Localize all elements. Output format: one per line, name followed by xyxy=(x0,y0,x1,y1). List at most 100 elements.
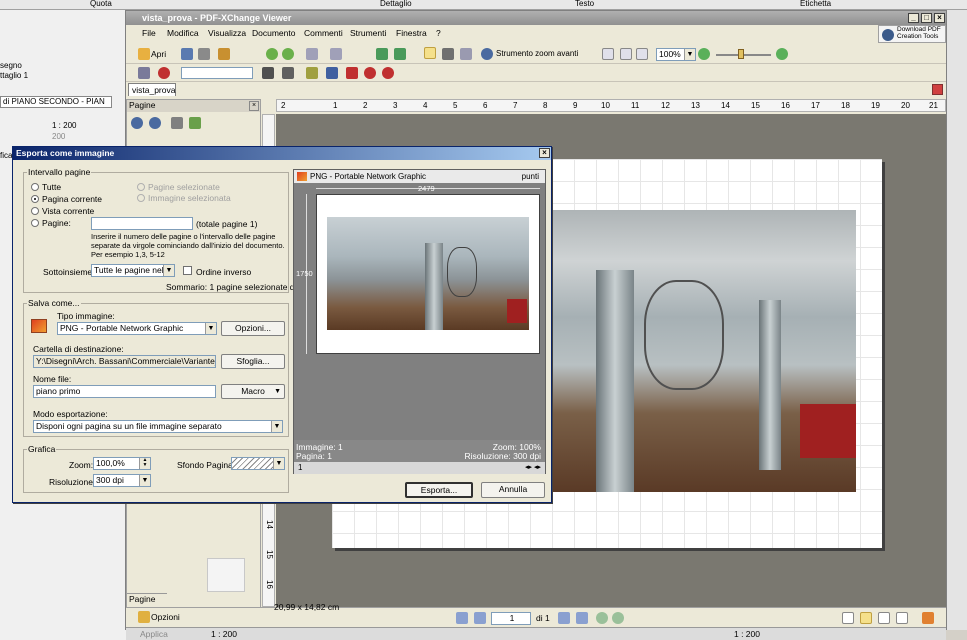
dialog-close-icon[interactable]: × xyxy=(539,148,550,158)
note-icon[interactable] xyxy=(306,67,318,79)
line-icon[interactable] xyxy=(346,67,358,79)
menu-documento[interactable]: Documento xyxy=(252,28,295,38)
download-pdf-tools-button[interactable]: Download PDF Creation Tools xyxy=(878,25,946,43)
open-icon[interactable] xyxy=(138,48,150,60)
zoom-spinner[interactable]: 100,0% ▲ ▼ xyxy=(93,457,151,470)
menu-visualizza[interactable]: Visualizza xyxy=(208,28,246,38)
search-web-icon[interactable] xyxy=(158,67,170,79)
spinner-arrows-icon[interactable]: ▲ ▼ xyxy=(139,458,150,469)
zoom-combo[interactable]: 100% ▼ xyxy=(656,48,696,61)
snapshot-icon[interactable] xyxy=(460,48,472,60)
next-page-icon[interactable] xyxy=(558,612,570,624)
facing-icon[interactable] xyxy=(878,612,890,624)
pages-panel-tab[interactable]: Pagine xyxy=(127,593,167,606)
dropdown-arrow-icon[interactable]: ▼ xyxy=(273,458,284,469)
zoom-slider-thumb[interactable] xyxy=(738,49,744,59)
forward-icon[interactable] xyxy=(282,48,294,60)
zoom-tool-label[interactable]: Strumento zoom avanti xyxy=(496,49,578,58)
bg-level-select[interactable]: di PIANO SECONDO - PIAN xyxy=(0,96,112,108)
export-mode-select[interactable]: Disponi ogni pagina su un file immagine … xyxy=(33,420,283,433)
tools-menu-icon[interactable] xyxy=(922,612,934,624)
filename-input[interactable]: piano primo xyxy=(33,385,216,398)
typewriter-icon[interactable] xyxy=(282,67,294,79)
fit-width-icon[interactable] xyxy=(636,48,648,60)
hand-tool-icon[interactable] xyxy=(424,47,436,59)
zoom-in-tool-icon[interactable] xyxy=(481,48,493,60)
macro-button[interactable]: Macro ▼ xyxy=(221,384,285,399)
radio-pages[interactable] xyxy=(31,219,39,227)
search-input[interactable] xyxy=(181,67,253,79)
find-icon[interactable] xyxy=(138,67,150,79)
menu-file[interactable]: File xyxy=(142,28,156,38)
apply-button[interactable]: Applica xyxy=(140,629,168,639)
back-icon[interactable] xyxy=(266,48,278,60)
preview-nav-arrows-icon[interactable]: ◂▸ ◂▸ xyxy=(525,463,541,471)
dropdown-arrow-icon[interactable]: ▼ xyxy=(163,265,174,276)
print-icon[interactable] xyxy=(198,48,210,60)
first-page-icon[interactable] xyxy=(456,612,468,624)
zoom-in-icon[interactable] xyxy=(776,48,788,60)
panel-zoom-out-icon[interactable] xyxy=(149,117,161,129)
maximize-button[interactable]: □ xyxy=(921,13,932,23)
menu-commenti[interactable]: Commenti xyxy=(304,28,343,38)
preview-navigator[interactable]: 1 ◂▸ ◂▸ xyxy=(294,462,545,474)
fit-page-icon[interactable] xyxy=(620,48,632,60)
subset-select[interactable]: Tutte le pagine nel ca ▼ xyxy=(91,264,175,277)
continuous-icon[interactable] xyxy=(860,612,872,624)
preview-page-input[interactable]: 1 xyxy=(298,463,302,472)
radio-current-view[interactable] xyxy=(31,207,39,215)
nav-back-icon[interactable] xyxy=(596,612,608,624)
pen-icon[interactable] xyxy=(262,67,274,79)
nav-forward-icon[interactable] xyxy=(612,612,624,624)
close-panel-icon[interactable]: × xyxy=(249,101,259,111)
zoom-out-icon[interactable] xyxy=(698,48,710,60)
close-button[interactable]: × xyxy=(934,13,945,23)
open-label[interactable]: Apri xyxy=(151,49,166,59)
export-button[interactable]: Esporta... xyxy=(405,482,473,498)
stamp-icon[interactable] xyxy=(364,67,376,79)
radio-current-page[interactable] xyxy=(31,195,39,203)
menu-help[interactable]: ? xyxy=(436,28,441,38)
doc-tab[interactable]: vista_prova xyxy=(128,83,176,96)
radio-selected-pages[interactable] xyxy=(137,183,145,191)
continuous-facing-icon[interactable] xyxy=(896,612,908,624)
dropdown-arrow-icon[interactable]: ▼ xyxy=(684,49,695,60)
image-type-select[interactable]: PNG - Portable Network Graphic ▼ xyxy=(57,322,217,335)
menu-finestra[interactable]: Finestra xyxy=(396,28,427,38)
dropdown-arrow-icon[interactable]: ▼ xyxy=(205,323,216,334)
panel-options-icon[interactable] xyxy=(189,117,201,129)
browse-button[interactable]: Sfoglia... xyxy=(221,354,285,369)
reverse-order-checkbox[interactable] xyxy=(183,266,192,275)
page-number-input[interactable]: 1 xyxy=(491,612,531,625)
dropdown-arrow-icon[interactable]: ▼ xyxy=(139,475,150,486)
page-bg-select[interactable]: ▼ xyxy=(231,457,285,470)
select-text-icon[interactable] xyxy=(442,48,454,60)
actual-size-icon[interactable] xyxy=(602,48,614,60)
rotate-icon[interactable] xyxy=(376,48,388,60)
radio-all[interactable] xyxy=(31,183,39,191)
rotate-cw-icon[interactable] xyxy=(394,48,406,60)
image-options-button[interactable]: Opzioni... xyxy=(221,321,285,336)
options-icon[interactable] xyxy=(138,611,150,623)
pages-input[interactable] xyxy=(91,217,193,230)
prev-page-icon[interactable] xyxy=(474,612,486,624)
email-icon[interactable] xyxy=(218,48,230,60)
close-tab-icon[interactable] xyxy=(932,84,943,95)
minimize-button[interactable]: _ xyxy=(908,13,919,23)
cancel-button[interactable]: Annulla xyxy=(481,482,545,498)
menu-strumenti[interactable]: Strumenti xyxy=(350,28,386,38)
dest-folder-input[interactable]: Y:\Disegni\Arch. Bassani\Commerciale\Var… xyxy=(33,355,216,368)
last-page-icon[interactable] xyxy=(576,612,588,624)
menu-modifica[interactable]: Modifica xyxy=(167,28,199,38)
resolution-select[interactable]: 300 dpi ▼ xyxy=(93,474,151,487)
redo-icon[interactable] xyxy=(330,48,342,60)
undo-icon[interactable] xyxy=(306,48,318,60)
shape-icon[interactable] xyxy=(382,67,394,79)
textbox-icon[interactable] xyxy=(326,67,338,79)
single-page-icon[interactable] xyxy=(842,612,854,624)
panel-zoom-in-icon[interactable] xyxy=(131,117,143,129)
save-icon[interactable] xyxy=(181,48,193,60)
radio-selected-image[interactable] xyxy=(137,194,145,202)
panel-print-icon[interactable] xyxy=(171,117,183,129)
dropdown-arrow-icon[interactable]: ▼ xyxy=(271,421,282,432)
